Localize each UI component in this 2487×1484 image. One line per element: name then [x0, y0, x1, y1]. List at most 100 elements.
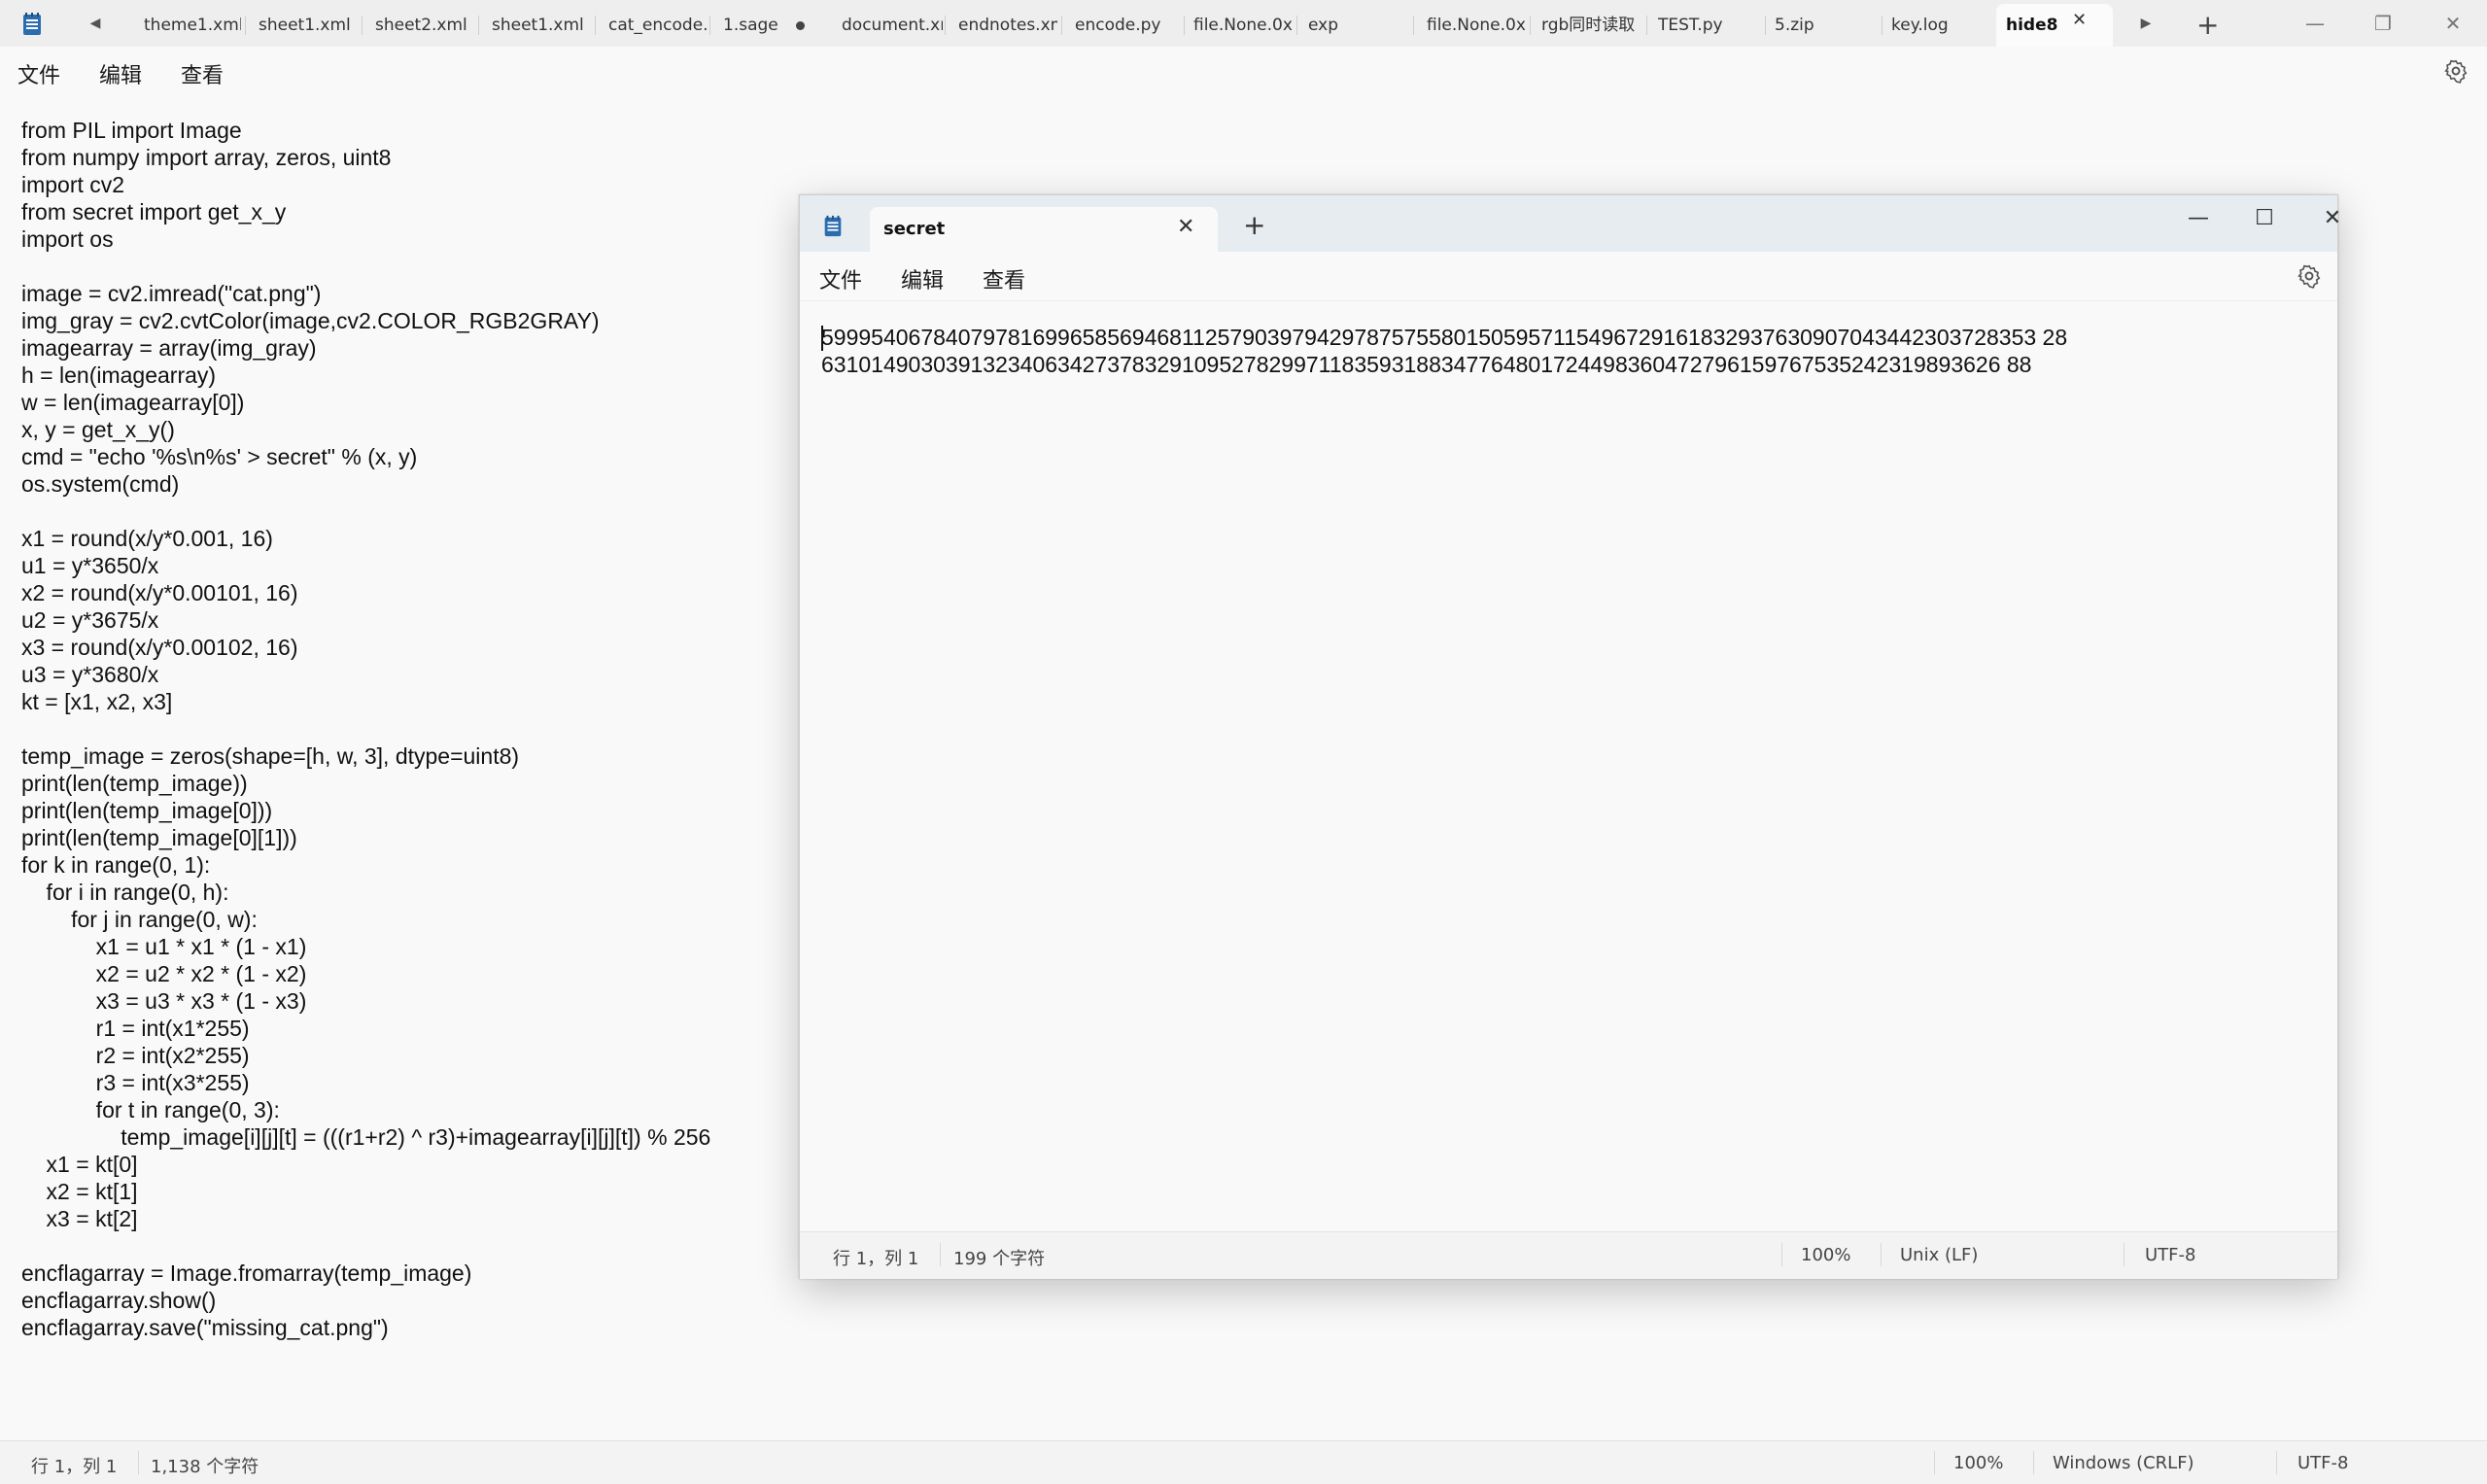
tab-cat-encode[interactable]: cat_encode.py — [599, 8, 708, 43]
minimize-icon[interactable]: — — [2166, 197, 2230, 240]
code-line: from numpy import array, zeros, uint8 — [21, 145, 392, 170]
notepad-app-icon — [824, 215, 842, 237]
code-line: encflagarray.show() — [21, 1288, 217, 1313]
tab-label: encode.py — [1075, 16, 1161, 35]
minimize-icon[interactable]: — — [2286, 4, 2344, 43]
tab-1-sage[interactable]: 1.sage — [713, 8, 801, 43]
code-line: u3 = y*3680/x — [21, 662, 159, 687]
tab-label: exp — [1308, 16, 1339, 35]
tab-label: rgb同时读取 — [1541, 16, 1636, 35]
secret-text-editor[interactable]: 5999540678407978169965856946811257903979… — [821, 324, 2308, 1198]
text-line: 5999540678407978169965856946811257903979… — [821, 325, 2068, 350]
tab-test-py[interactable]: TEST.py — [1648, 8, 1765, 43]
code-line: w = len(imagearray[0]) — [21, 390, 245, 415]
code-line: img_gray = cv2.cvtColor(image,cv2.COLOR_… — [21, 308, 600, 333]
cursor-position[interactable]: 行 1，列 1 — [31, 1453, 117, 1478]
tab-endnotes[interactable]: endnotes.xml — [949, 8, 1057, 43]
code-line: u1 = y*3650/x — [21, 553, 159, 578]
code-line: import os — [21, 226, 114, 252]
restore-icon[interactable]: ❐ — [2354, 4, 2412, 43]
maximize-icon[interactable]: ☐ — [2232, 197, 2297, 240]
tab-label: cat_encode.py — [608, 16, 708, 35]
tab-label: 5.zip — [1775, 16, 1814, 35]
secret-status-bar: 行 1，列 1 199 个字符 100% Unix (LF) UTF-8 — [800, 1231, 2337, 1279]
tab-5-zip[interactable]: 5.zip — [1765, 8, 1882, 43]
code-line: temp_image[i][j][t] = (((r1+r2) ^ r3)+im… — [21, 1124, 711, 1150]
close-tab-icon[interactable]: ✕ — [2072, 10, 2087, 30]
code-line: imagearray = array(img_gray) — [21, 335, 317, 361]
menu-edit[interactable]: 编辑 — [99, 58, 142, 89]
encoding[interactable]: UTF-8 — [2297, 1453, 2348, 1473]
new-tab-icon[interactable]: + — [2196, 8, 2219, 43]
line-ending[interactable]: Windows (CRLF) — [2053, 1453, 2194, 1473]
tab-bar: ◀ theme1.xml sheet1.xml sheet2.xml sheet… — [0, 0, 2487, 48]
new-tab-icon[interactable]: + — [1243, 209, 1265, 242]
tab-secret[interactable]: secret ✕ — [870, 207, 1218, 252]
secret-tab-bar: secret ✕ + — ☐ ✕ — [800, 195, 2341, 252]
code-line: cmd = "echo '%s\n%s' > secret" % (x, y) — [21, 444, 418, 469]
char-count: 199 个字符 — [953, 1249, 1046, 1269]
menu-file[interactable]: 文件 — [819, 263, 862, 294]
tab-document[interactable]: document.xml — [832, 8, 943, 43]
menu-file[interactable]: 文件 — [17, 58, 60, 89]
char-count: 1,138 个字符 — [151, 1457, 259, 1477]
tab-file-none-2[interactable]: file.None.0xf — [1417, 8, 1526, 43]
code-line: for k in range(0, 1): — [21, 852, 211, 878]
menu-view[interactable]: 查看 — [983, 263, 1025, 294]
code-line: x1 = round(x/y*0.001, 16) — [21, 526, 273, 551]
tab-label: 1.sage — [723, 16, 778, 35]
code-line: x2 = u2 * x2 * (1 - x2) — [21, 961, 307, 986]
settings-gear-icon[interactable] — [2297, 263, 2322, 289]
zoom-level[interactable]: 100% — [1801, 1245, 1850, 1265]
tab-label: hide8 — [2006, 16, 2058, 35]
tab-rgb[interactable]: rgb同时读取 — [1532, 8, 1644, 43]
close-window-icon[interactable]: ✕ — [2424, 4, 2482, 43]
tab-file-none[interactable]: file.None.0xf — [1184, 8, 1293, 43]
tab-sheet1[interactable]: sheet1.xml — [249, 8, 356, 43]
close-window-icon[interactable]: ✕ — [2300, 197, 2365, 240]
tab-sheet2[interactable]: sheet2.xml — [365, 8, 472, 43]
code-line: import cv2 — [21, 172, 125, 197]
code-line: r1 = int(x1*255) — [21, 1016, 250, 1041]
menu-edit[interactable]: 编辑 — [901, 263, 944, 294]
code-line: x3 = kt[2] — [21, 1206, 138, 1231]
code-line: x1 = u1 * x1 * (1 - x1) — [21, 934, 307, 959]
scroll-tabs-right-icon[interactable]: ▶ — [2134, 12, 2158, 35]
tab-hide8[interactable]: hide8 — [1996, 4, 2113, 47]
cursor-position[interactable]: 行 1，列 1 — [833, 1245, 918, 1270]
status-bar: 行 1，列 1 1,138 个字符 100% Windows (CRLF) UT… — [0, 1440, 2487, 1484]
tab-label: file.None.0xf — [1193, 16, 1293, 35]
code-line: from secret import get_x_y — [21, 199, 287, 224]
code-line: for t in range(0, 3): — [21, 1097, 280, 1122]
code-line: encflagarray = Image.fromarray(temp_imag… — [21, 1260, 472, 1286]
secret-menu-bar: 文件 编辑 查看 — [800, 252, 2337, 301]
code-editor[interactable]: from PIL import Image from numpy import a… — [21, 117, 779, 1419]
menu-bar: 文件 编辑 查看 — [0, 47, 2487, 95]
code-line: from PIL import Image — [21, 118, 242, 143]
line-ending[interactable]: Unix (LF) — [1900, 1245, 1978, 1265]
menu-view[interactable]: 查看 — [181, 58, 224, 89]
tab-label: secret — [883, 219, 946, 239]
zoom-level[interactable]: 100% — [1953, 1453, 2003, 1473]
tab-label: key.log — [1891, 16, 1949, 35]
close-tab-icon[interactable]: ✕ — [1177, 215, 1194, 239]
tab-label: endnotes.xml — [958, 16, 1057, 35]
scroll-tabs-left-icon[interactable]: ◀ — [84, 12, 107, 35]
tab-encode-py[interactable]: encode.py — [1065, 8, 1182, 43]
tab-sheet1-2[interactable]: sheet1.xml — [482, 8, 589, 43]
tab-label: document.xml — [842, 16, 943, 35]
secret-window: secret ✕ + — ☐ ✕ 文件 编辑 查看 59995406784079… — [799, 194, 2341, 1279]
unsaved-dot-icon[interactable] — [796, 21, 805, 30]
tab-label: sheet1.xml — [259, 16, 351, 35]
settings-gear-icon[interactable] — [2443, 58, 2469, 84]
tab-label: TEST.py — [1658, 16, 1723, 35]
tab-key-log[interactable]: key.log — [1882, 8, 1998, 43]
code-line: r3 = int(x3*255) — [21, 1070, 250, 1095]
tab-theme1[interactable]: theme1.xml — [134, 8, 241, 43]
encoding[interactable]: UTF-8 — [2145, 1245, 2195, 1265]
code-line: x1 = kt[0] — [21, 1152, 138, 1177]
notepad-app-icon — [23, 13, 41, 35]
tab-exp[interactable]: exp — [1298, 8, 1415, 43]
